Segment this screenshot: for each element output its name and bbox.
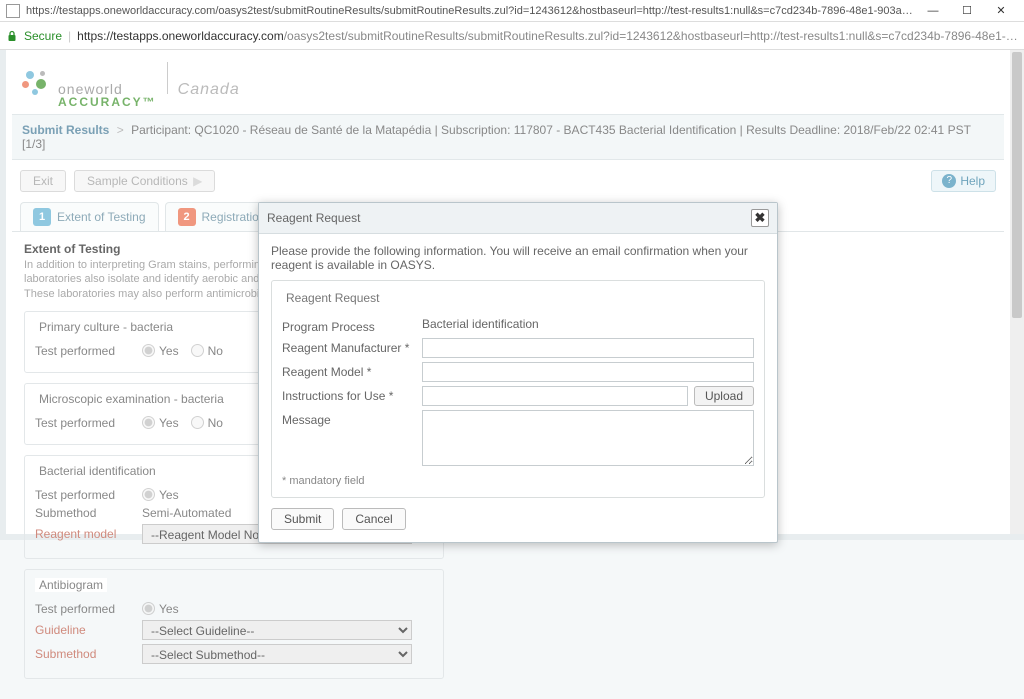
browser-address-bar: Secure | https://testapps.oneworldaccura… [0,22,1024,50]
window-titlebar: https://testapps.oneworldaccuracy.com/oa… [0,0,1024,22]
dialog-fieldset: Reagent Request Program Process Bacteria… [271,280,765,498]
radio-yes[interactable]: Yes [142,344,179,358]
reagent-model-input[interactable] [422,362,754,382]
legend: Bacterial identification [35,464,160,478]
reagent-request-dialog: Reagent Request ✖ Please provide the fol… [258,202,778,543]
radio-yes[interactable]: Yes [142,488,179,502]
radio-yes[interactable]: Yes [142,602,179,616]
radio-no[interactable]: No [191,416,223,430]
tab-extent-of-testing[interactable]: 1 Extent of Testing [20,202,159,231]
window-maximize-button[interactable]: ☐ [950,1,984,21]
fieldset-antibiogram: Antibiogram Test performed Yes Guideline… [24,569,444,679]
breadcrumb-detail: Participant: QC1020 - Réseau de Santé de… [22,123,971,151]
brand-text-oneworld: oneworld [58,82,157,96]
reagent-manufacturer-input[interactable] [422,338,754,358]
brand-text-canada: Canada [178,82,240,98]
breadcrumb: Submit Results > Participant: QC1020 - R… [12,114,1004,160]
window-close-button[interactable]: ✕ [984,1,1018,21]
action-bar: Exit Sample Conditions ▶ ?Help [12,160,1004,202]
legend: Primary culture - bacteria [35,320,177,334]
guideline-select[interactable]: --Select Guideline-- [142,620,412,640]
dialog-title: Reagent Request [267,211,360,225]
window-app-icon [6,4,20,18]
chevron-right-icon: ▶ [190,174,203,188]
tab-label: Registration [202,210,266,224]
sample-conditions-button[interactable]: Sample Conditions ▶ [74,170,215,192]
tab-label: Extent of Testing [57,210,146,224]
brand-logo: oneworld ACCURACY™ Canada [18,62,240,108]
brand-text-accuracy: ACCURACY™ [58,96,157,108]
upload-button[interactable]: Upload [694,386,754,406]
page-content: oneworld ACCURACY™ Canada Submit Results… [0,50,1024,540]
url-field[interactable]: https://testapps.oneworldaccuracy.com/oa… [77,29,1018,43]
dialog-info-text: Please provide the following information… [271,244,765,272]
help-button[interactable]: ?Help [931,170,996,192]
dialog-close-button[interactable]: ✖ [751,209,769,227]
legend: Antibiogram [35,578,107,592]
legend: Microscopic examination - bacteria [35,392,228,406]
mandatory-note: * mandatory field [282,475,754,487]
cancel-button[interactable]: Cancel [342,508,405,530]
window-minimize-button[interactable]: — [916,1,950,21]
dialog-legend: Reagent Request [282,291,383,305]
submethod-value: Semi-Automated [142,506,231,520]
page-header: oneworld ACCURACY™ Canada [12,50,1004,114]
dialog-header: Reagent Request ✖ [259,203,777,234]
help-icon: ? [942,174,956,188]
exit-button[interactable]: Exit [20,170,66,192]
submethod-select[interactable]: --Select Submethod-- [142,644,412,664]
message-textarea[interactable] [422,410,754,466]
window-title: https://testapps.oneworldaccuracy.com/oa… [26,5,916,17]
submit-button[interactable]: Submit [271,508,334,530]
lock-icon [6,30,18,42]
program-process-value: Bacterial identification [422,317,754,331]
vertical-scrollbar[interactable] [1010,50,1024,534]
secure-label: Secure [24,29,62,43]
breadcrumb-submit-results[interactable]: Submit Results [22,123,109,137]
radio-no[interactable]: No [191,344,223,358]
radio-yes[interactable]: Yes [142,416,179,430]
instructions-file-field [422,386,688,406]
